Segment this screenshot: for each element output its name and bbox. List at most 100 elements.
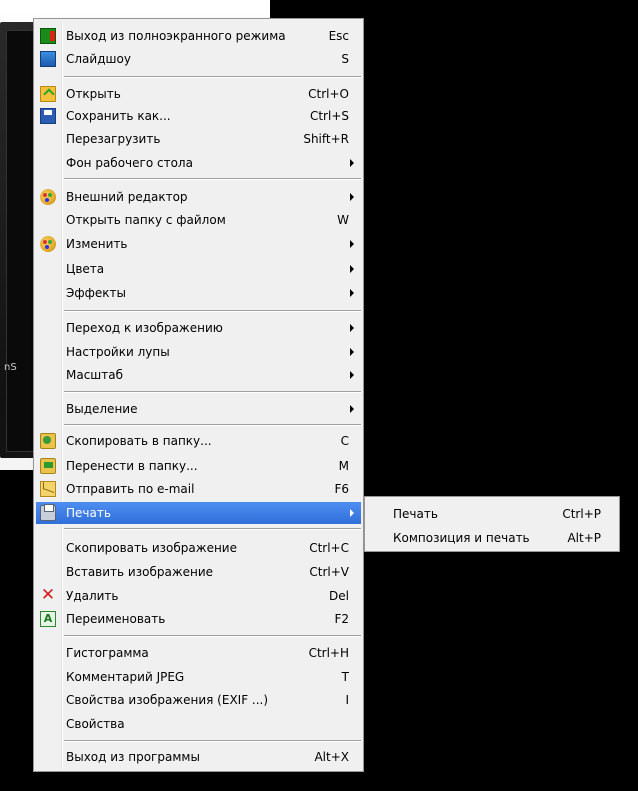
menu-item-label: Выход из полноэкранного режима <box>66 29 286 43</box>
menu-item-delete[interactable]: ✕ Удалить Del <box>36 585 361 607</box>
menu-item-shortcut: Alt+X <box>314 750 349 764</box>
menu-item-image-properties-exif[interactable]: Свойства изображения (EXIF ...) I <box>36 689 361 711</box>
menu-item-label: Открыть <box>66 87 121 101</box>
menu-item-effects[interactable]: Эффекты <box>36 282 361 304</box>
menu-item-shortcut: Ctrl+S <box>309 109 349 123</box>
menu-item-rename[interactable]: A Переименовать F2 <box>36 608 361 630</box>
menu-separator <box>64 635 361 637</box>
palette-icon <box>40 236 56 252</box>
menu-item-label: Фон рабочего стола <box>66 156 193 170</box>
menu-item-shortcut: Ctrl+O <box>308 87 349 101</box>
menu-item-shortcut: M <box>338 459 349 473</box>
menu-item-label: Слайдшоу <box>66 52 131 66</box>
menu-item-label: Скопировать изображение <box>66 541 237 555</box>
menu-item-shortcut: Alt+P <box>567 531 601 545</box>
exit-fullscreen-icon <box>40 28 56 44</box>
menu-item-label: Цвета <box>66 262 105 276</box>
menu-item-label: Выделение <box>66 402 138 416</box>
menu-item-shortcut: T <box>341 670 349 684</box>
menu-separator <box>64 740 361 742</box>
menu-item-label: Открыть папку с файлом <box>66 213 226 227</box>
submenu-item-print[interactable]: Печать Ctrl+P <box>367 503 617 525</box>
submenu-arrow-icon <box>350 265 354 273</box>
submenu-arrow-icon <box>350 193 354 201</box>
menu-separator <box>64 178 361 180</box>
submenu-arrow-icon <box>350 509 354 517</box>
menu-item-exit-fullscreen[interactable]: Выход из полноэкранного режима Esc <box>36 25 361 47</box>
menu-item-properties[interactable]: Свойства <box>36 713 361 735</box>
menu-item-shortcut: W <box>337 213 349 227</box>
menu-item-label: Выход из программы <box>66 750 200 764</box>
menu-item-send-email[interactable]: Отправить по e-mail F6 <box>36 478 361 500</box>
submenu-arrow-icon <box>350 324 354 332</box>
menu-item-label: Комментарий JPEG <box>66 670 185 684</box>
menu-item-save-as[interactable]: Сохранить как... Ctrl+S <box>36 105 361 127</box>
menu-item-edit[interactable]: Изменить <box>36 233 361 255</box>
printer-icon <box>40 504 56 521</box>
submenu-arrow-icon <box>350 240 354 248</box>
palette-icon <box>40 189 56 205</box>
menu-item-label: Печать <box>393 507 438 521</box>
menu-item-shortcut: Ctrl+H <box>308 646 349 660</box>
submenu-arrow-icon <box>350 405 354 413</box>
menu-item-magnifier-settings[interactable]: Настройки лупы <box>36 341 361 363</box>
menu-item-label: Вставить изображение <box>66 565 214 579</box>
menu-item-shortcut: F2 <box>334 612 349 626</box>
menu-item-colors[interactable]: Цвета <box>36 258 361 280</box>
menu-separator <box>64 424 361 426</box>
delete-icon: ✕ <box>40 585 56 605</box>
open-folder-icon <box>40 86 56 102</box>
submenu-arrow-icon <box>350 348 354 356</box>
menu-item-open[interactable]: Открыть Ctrl+O <box>36 83 361 105</box>
menu-item-label: Сохранить как... <box>66 109 171 123</box>
menu-item-label: Свойства <box>66 717 125 731</box>
menu-item-label: Изменить <box>66 237 128 251</box>
menu-item-jpeg-comment[interactable]: Комментарий JPEG T <box>36 666 361 688</box>
menu-item-label: Внешний редактор <box>66 190 188 204</box>
menu-separator <box>64 76 361 78</box>
submenu-item-compose-and-print[interactable]: Композиция и печать Alt+P <box>367 527 617 549</box>
save-icon <box>40 108 56 124</box>
menu-item-shortcut: Ctrl+V <box>309 565 349 579</box>
menu-item-histogram[interactable]: Гистограмма Ctrl+H <box>36 642 361 664</box>
menu-item-print[interactable]: Печать <box>36 502 361 524</box>
menu-item-label: Настройки лупы <box>66 345 170 359</box>
menu-item-exit-program[interactable]: Выход из программы Alt+X <box>36 746 361 768</box>
menu-item-label: Масштаб <box>66 368 124 382</box>
menu-item-open-containing-folder[interactable]: Открыть папку с файлом W <box>36 209 361 231</box>
menu-item-zoom[interactable]: Масштаб <box>36 364 361 386</box>
menu-item-label: Переход к изображению <box>66 321 223 335</box>
menu-item-move-to-folder[interactable]: Перенести в папку... M <box>36 455 361 477</box>
menu-item-go-to-image[interactable]: Переход к изображению <box>36 317 361 339</box>
menu-item-label: Переименовать <box>66 612 166 626</box>
menu-item-slideshow[interactable]: Слайдшоу S <box>36 48 361 70</box>
menu-item-paste-image[interactable]: Вставить изображение Ctrl+V <box>36 561 361 583</box>
menu-item-shortcut: Ctrl+C <box>309 541 349 555</box>
menu-item-reload[interactable]: Перезагрузить Shift+R <box>36 128 361 150</box>
background-side-label: nS <box>4 362 17 373</box>
slideshow-icon <box>40 51 56 67</box>
menu-separator <box>64 528 361 530</box>
email-icon <box>40 481 56 497</box>
menu-item-shortcut: S <box>341 52 349 66</box>
menu-separator <box>64 310 361 312</box>
menu-item-desktop-background[interactable]: Фон рабочего стола <box>36 152 361 174</box>
menu-item-shortcut: Del <box>329 589 349 603</box>
menu-item-shortcut: I <box>345 693 349 707</box>
menu-item-label: Перенести в папку... <box>66 459 198 473</box>
menu-item-label: Удалить <box>66 589 119 603</box>
menu-item-copy-image[interactable]: Скопировать изображение Ctrl+C <box>36 537 361 559</box>
copy-to-folder-icon <box>40 433 56 449</box>
menu-item-external-editor[interactable]: Внешний редактор <box>36 186 361 208</box>
menu-item-label: Гистограмма <box>66 646 149 660</box>
menu-item-selection[interactable]: Выделение <box>36 398 361 420</box>
menu-item-copy-to-folder[interactable]: Скопировать в папку... C <box>36 430 361 452</box>
submenu-arrow-icon <box>350 159 354 167</box>
menu-item-label: Композиция и печать <box>393 531 530 545</box>
menu-item-shortcut: C <box>340 434 349 448</box>
menu-item-label: Эффекты <box>66 286 126 300</box>
submenu-arrow-icon <box>350 289 354 297</box>
menu-item-shortcut: Shift+R <box>303 132 349 146</box>
context-menu: Выход из полноэкранного режима Esc Слайд… <box>33 18 364 772</box>
rename-icon: A <box>40 611 56 627</box>
